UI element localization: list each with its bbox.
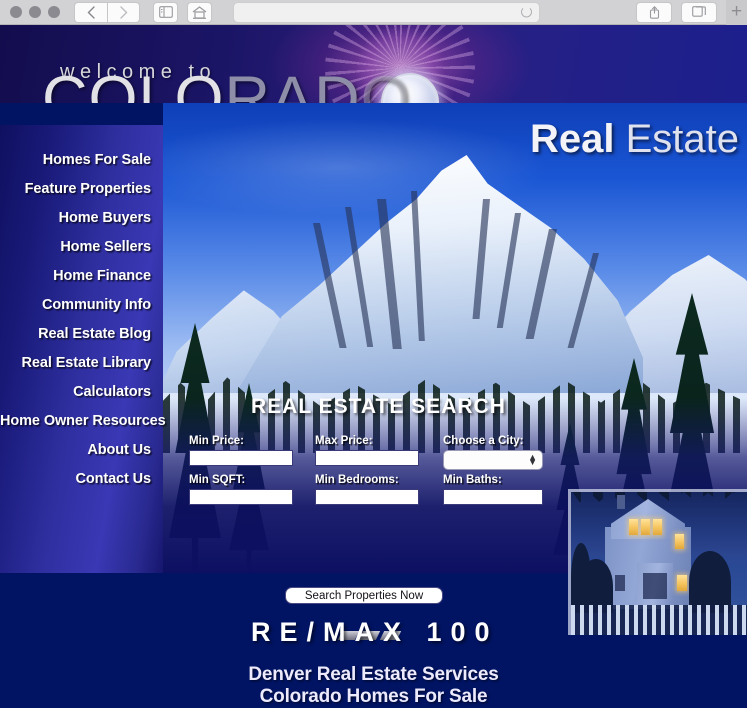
- nav-item-contact-us[interactable]: Contact Us: [0, 465, 163, 494]
- home-icon: [192, 5, 207, 19]
- nav-item-homes-for-sale[interactable]: Homes For Sale: [0, 146, 163, 175]
- chevron-left-icon: [87, 5, 95, 19]
- min-bedrooms-label: Min Bedrooms:: [315, 474, 399, 486]
- choose-a-city-label: Choose a City:: [443, 435, 524, 447]
- site-title-part2: RAD: [224, 64, 361, 104]
- field-min-price: Min Price:: [189, 435, 293, 466]
- choose-a-city-select[interactable]: ▲ ▼: [443, 450, 543, 470]
- min-baths-label: Min Baths:: [443, 474, 502, 486]
- field-min-bedrooms: Min Bedrooms:: [315, 474, 419, 505]
- show-tabs-button[interactable]: [681, 1, 718, 23]
- real-estate-title-light: Estate: [625, 117, 739, 161]
- tabs-icon: [692, 6, 706, 17]
- real-estate-title-bold: Real: [529, 117, 615, 161]
- lit-window: [629, 519, 638, 535]
- toolbar-right-buttons: [636, 1, 718, 23]
- lit-window: [677, 575, 687, 591]
- nav-item-real-estate-blog[interactable]: Real Estate Blog: [0, 320, 163, 349]
- main-navigation: Homes For Sale Feature Properties Home B…: [0, 125, 166, 573]
- lit-window: [675, 534, 684, 549]
- page-content: welcome to COLORADO Real Estate Homes Fo…: [0, 25, 747, 707]
- navigation-buttons: [74, 1, 140, 23]
- show-sidebar-button[interactable]: [153, 1, 179, 23]
- min-price-label: Min Price:: [189, 435, 244, 447]
- nav-item-community-info[interactable]: Community Info: [0, 291, 163, 320]
- nav-item-home-finance[interactable]: Home Finance: [0, 262, 163, 291]
- dark-window: [615, 575, 625, 591]
- max-price-input[interactable]: [315, 450, 419, 466]
- site-title-part1: COLO: [42, 64, 225, 104]
- remax-brand-text: RE/MAX 100: [251, 617, 499, 647]
- hero-band: Real Estate Homes For Sale Feature Prope…: [0, 103, 747, 647]
- field-choose-a-city: Choose a City: ▲ ▼: [443, 435, 543, 470]
- real-estate-title: Real Estate: [529, 117, 739, 161]
- house-chimney: [617, 495, 625, 509]
- max-price-label: Max Price:: [315, 435, 373, 447]
- victorian-house-at-dusk-photo: [568, 489, 747, 635]
- min-sqft-input[interactable]: [189, 489, 293, 505]
- footer-heading-line1: Denver Real Estate Services: [248, 664, 499, 685]
- white-picket-fence: [571, 605, 747, 635]
- site-masthead: welcome to COLORADO: [0, 25, 747, 103]
- field-max-price: Max Price:: [315, 435, 419, 466]
- home-button[interactable]: [187, 1, 213, 23]
- share-icon: [649, 5, 659, 19]
- new-tab-button[interactable]: +: [726, 0, 747, 25]
- field-min-sqft: Min SQFT:: [189, 474, 293, 505]
- loading-spinner-icon: [521, 6, 533, 18]
- window-traffic-lights: [0, 6, 60, 18]
- forward-button[interactable]: [107, 1, 140, 23]
- min-price-input[interactable]: [189, 450, 293, 466]
- maximize-window-button[interactable]: [48, 6, 60, 18]
- search-form-title: REAL ESTATE SEARCH: [251, 395, 506, 418]
- nav-item-home-sellers[interactable]: Home Sellers: [0, 233, 163, 262]
- search-properties-button[interactable]: Search Properties Now: [285, 587, 443, 604]
- nav-item-real-estate-library[interactable]: Real Estate Library: [0, 349, 163, 378]
- min-bedrooms-input[interactable]: [315, 489, 419, 505]
- field-min-baths: Min Baths:: [443, 474, 543, 505]
- chevron-right-icon: [119, 5, 127, 19]
- minimize-window-button[interactable]: [29, 6, 41, 18]
- nav-item-feature-properties[interactable]: Feature Properties: [0, 175, 163, 204]
- lit-window: [641, 519, 650, 535]
- dark-window: [643, 573, 667, 599]
- address-bar[interactable]: [233, 1, 541, 23]
- min-baths-input[interactable]: [443, 489, 543, 505]
- close-window-button[interactable]: [10, 6, 22, 18]
- nav-item-about-us[interactable]: About Us: [0, 436, 163, 465]
- sidebar-icon: [158, 6, 173, 18]
- nav-item-home-buyers[interactable]: Home Buyers: [0, 204, 163, 233]
- site-title-part3: O: [360, 64, 411, 104]
- nav-item-home-owner-resources[interactable]: Home Owner Resources: [0, 407, 166, 436]
- chevron-updown-icon: ▲ ▼: [528, 452, 537, 467]
- site-title: COLORADO: [42, 68, 411, 104]
- back-button[interactable]: [74, 1, 107, 23]
- min-sqft-label: Min SQFT:: [189, 474, 246, 486]
- share-button[interactable]: [636, 1, 673, 23]
- footer-heading-line2: Colorado Homes For Sale: [259, 686, 488, 707]
- lit-window: [653, 519, 662, 535]
- browser-toolbar: +: [0, 0, 747, 25]
- shrub: [689, 551, 731, 613]
- nav-item-calculators[interactable]: Calculators: [0, 378, 163, 407]
- house-photo-inner: [571, 492, 747, 635]
